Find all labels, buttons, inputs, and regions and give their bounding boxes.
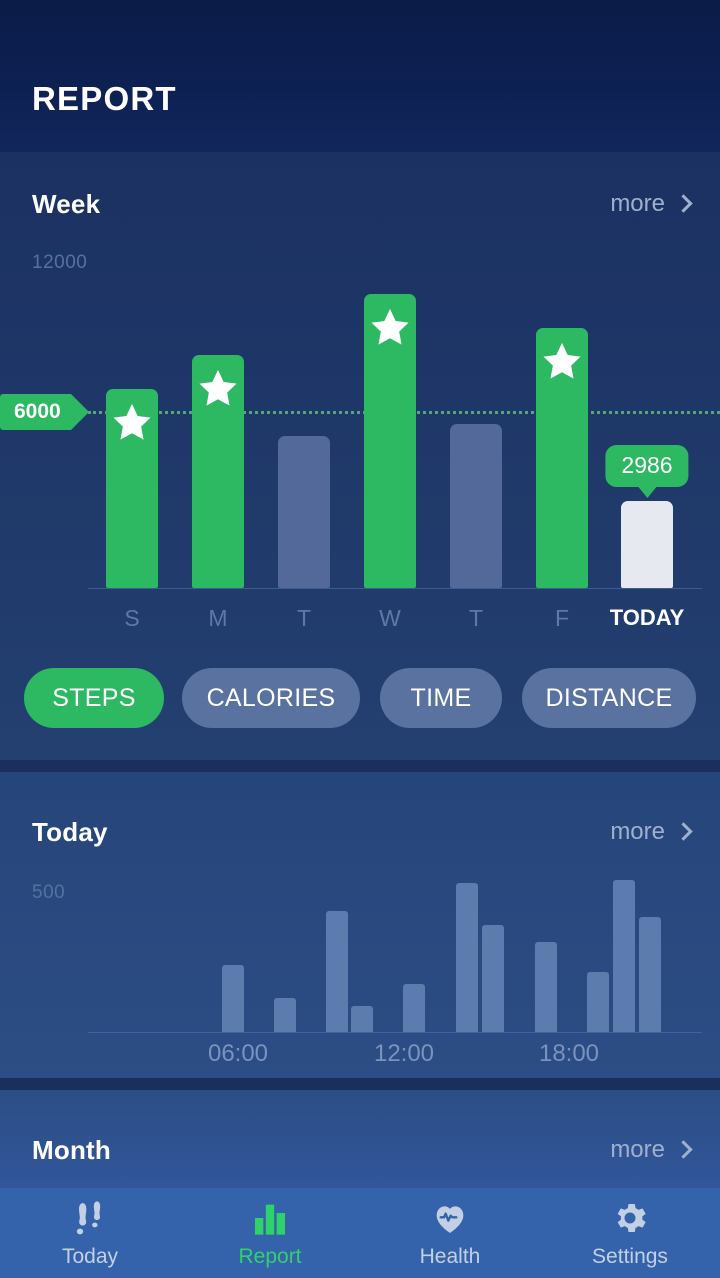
week-day-label: F <box>554 605 570 631</box>
bottom-navigation: Today Report Health Settings <box>0 1188 720 1278</box>
section-divider-2 <box>0 1078 720 1090</box>
today-hour-bar[interactable] <box>535 942 557 1032</box>
page-title: REPORT <box>32 80 177 117</box>
week-title: Week <box>32 188 101 219</box>
week-more-label: more <box>610 190 665 217</box>
today-baseline <box>88 1032 702 1033</box>
today-hour-bar[interactable] <box>351 1006 373 1032</box>
week-day-label: M <box>208 605 228 631</box>
today-value-tooltip: 2986 <box>605 445 689 487</box>
month-title: Month <box>32 1134 111 1165</box>
today-more-link[interactable]: more <box>610 818 693 846</box>
today-time-label: 12:00 <box>373 1040 435 1067</box>
today-title: Today <box>32 816 108 847</box>
week-day-label: T <box>296 605 312 631</box>
week-day-labels: S M T W T F TODAY <box>0 605 720 635</box>
week-day-label: S <box>124 605 140 631</box>
week-bar[interactable] <box>364 294 416 588</box>
nav-item-today[interactable]: Today <box>0 1188 180 1278</box>
today-time-label: 18:00 <box>538 1040 600 1067</box>
month-card-header: Month more <box>0 1120 720 1180</box>
chevron-right-icon <box>674 193 693 213</box>
bar-chart-icon <box>250 1198 290 1238</box>
today-hour-bar[interactable] <box>222 965 244 1032</box>
chevron-right-icon <box>674 1139 693 1159</box>
goal-achieved-star-icon <box>196 367 240 411</box>
week-baseline <box>88 588 702 589</box>
footprints-icon <box>70 1198 110 1238</box>
week-bar[interactable] <box>278 436 330 588</box>
today-hour-bar[interactable] <box>482 925 504 1032</box>
metric-tab-calories[interactable]: CALORIES <box>182 668 360 728</box>
report-screen: REPORT Week more 12000 6000 2986 SMTWTFT… <box>0 0 720 1278</box>
week-card-header: Week more <box>0 174 720 234</box>
week-bar[interactable] <box>192 355 244 588</box>
today-hour-bar[interactable] <box>613 880 635 1032</box>
week-day-label: W <box>379 605 401 631</box>
today-bar-chart <box>0 872 720 1037</box>
week-more-link[interactable]: more <box>610 190 693 218</box>
nav-item-report[interactable]: Report <box>180 1188 360 1278</box>
today-card-header: Today more <box>0 802 720 862</box>
today-hour-bar[interactable] <box>326 911 348 1032</box>
section-divider-1 <box>0 760 720 772</box>
app-header: REPORT <box>0 0 720 152</box>
metric-tab-time[interactable]: TIME <box>380 668 502 728</box>
today-hour-bar[interactable] <box>456 883 478 1032</box>
today-more-label: more <box>610 818 665 845</box>
nav-item-health[interactable]: Health <box>360 1188 540 1278</box>
metric-tabs: STEPS CALORIES TIME DISTANCE <box>0 668 720 730</box>
goal-achieved-star-icon <box>368 306 412 350</box>
nav-item-label: Health <box>419 1244 481 1268</box>
week-bar[interactable] <box>450 424 502 588</box>
goal-achieved-star-icon <box>540 340 584 384</box>
week-bar-chart: 6000 2986 <box>0 240 720 590</box>
week-day-label: T <box>468 605 484 631</box>
month-card: Month more <box>0 1090 720 1188</box>
today-hour-bar[interactable] <box>639 917 661 1032</box>
chevron-right-icon <box>674 821 693 841</box>
nav-item-label: Report <box>238 1244 302 1268</box>
nav-item-label: Settings <box>592 1244 668 1268</box>
goal-badge: 6000 <box>0 394 89 430</box>
month-more-label: more <box>610 1136 665 1163</box>
week-bar-today[interactable]: 2986 <box>605 445 689 588</box>
gear-icon <box>610 1198 650 1238</box>
month-more-link[interactable]: more <box>610 1136 693 1164</box>
week-bar[interactable] <box>536 328 588 588</box>
heart-pulse-icon <box>430 1198 470 1238</box>
today-time-label: 06:00 <box>207 1040 269 1067</box>
nav-item-label: Today <box>61 1244 119 1268</box>
metric-tab-distance[interactable]: DISTANCE <box>522 668 696 728</box>
week-bar[interactable] <box>106 389 158 588</box>
goal-achieved-star-icon <box>110 401 154 445</box>
week-day-label: TODAY <box>609 605 685 630</box>
today-time-labels: 06:00 12:00 18:00 <box>0 1040 720 1070</box>
today-hour-bar[interactable] <box>403 984 425 1032</box>
nav-item-settings[interactable]: Settings <box>540 1188 720 1278</box>
metric-tab-steps[interactable]: STEPS <box>24 668 164 728</box>
today-hour-bar[interactable] <box>587 972 609 1032</box>
today-hour-bar[interactable] <box>274 998 296 1032</box>
